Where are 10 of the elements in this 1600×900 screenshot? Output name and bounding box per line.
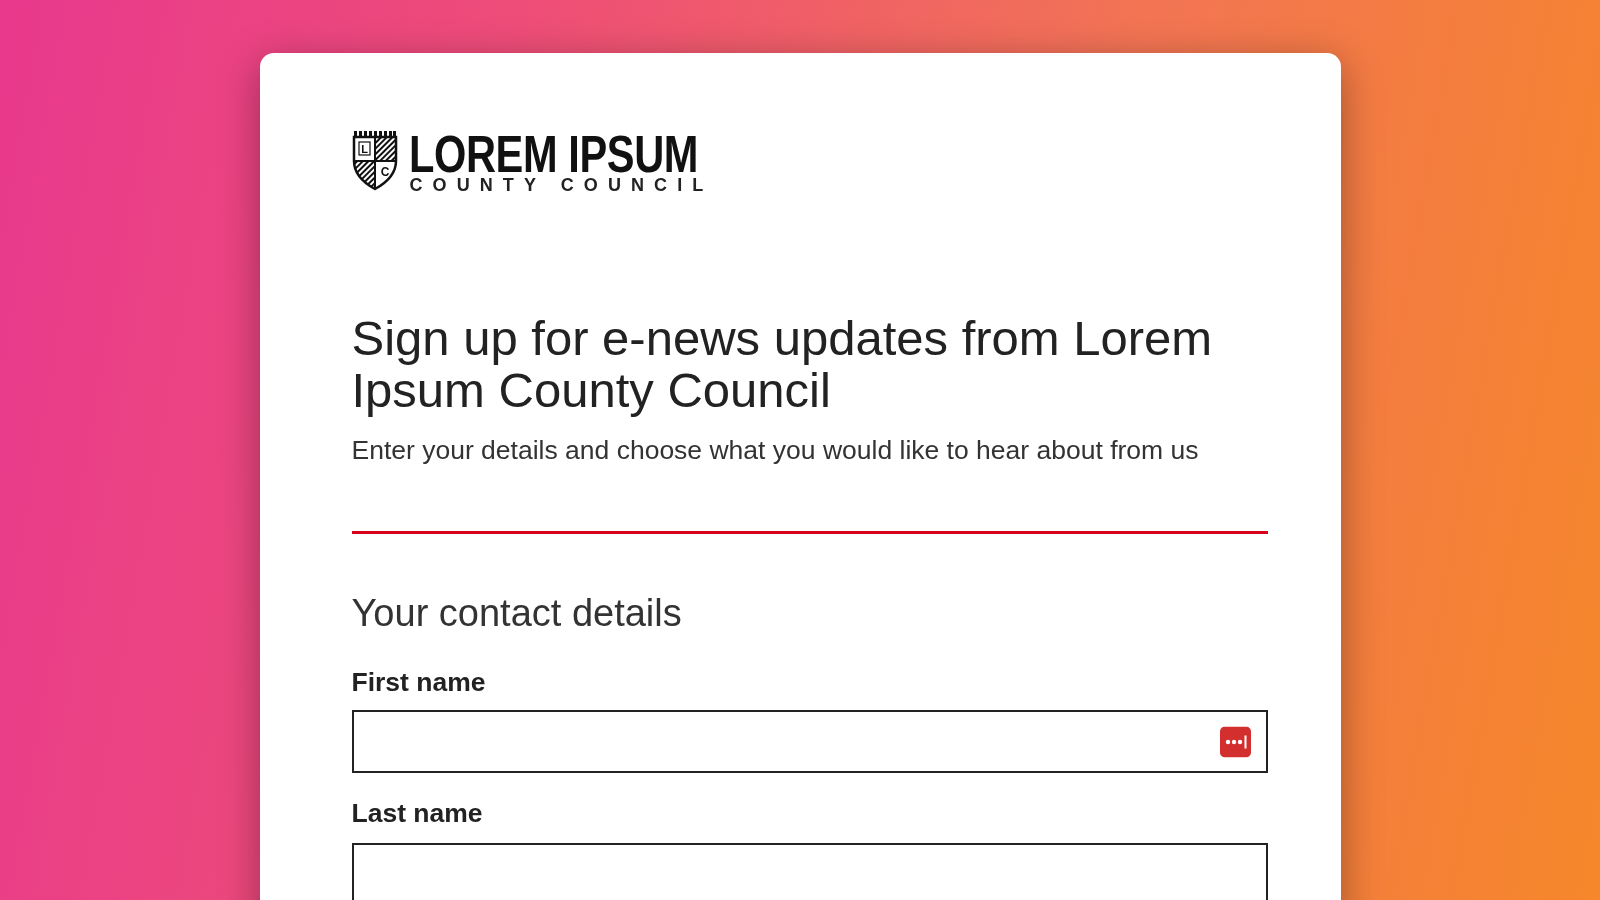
section-heading: Your contact details <box>351 591 683 635</box>
logo-subtitle: COUNTY COUNCIL <box>409 176 714 194</box>
text-input-field[interactable] <box>351 710 1268 773</box>
dots-icon[interactable] <box>1219 726 1251 757</box>
field-label: Last name <box>351 798 484 828</box>
text-input-field[interactable] <box>351 843 1268 900</box>
field-label: First name <box>351 667 487 697</box>
page-heading: Sign up for e-news updates from Lorem Ipsum County Council <box>351 312 1214 416</box>
logo-wordmark: LOREM IPSUM <box>408 133 698 175</box>
intro-text: Enter your details and choose what you would like to hear about from us <box>351 434 1200 466</box>
